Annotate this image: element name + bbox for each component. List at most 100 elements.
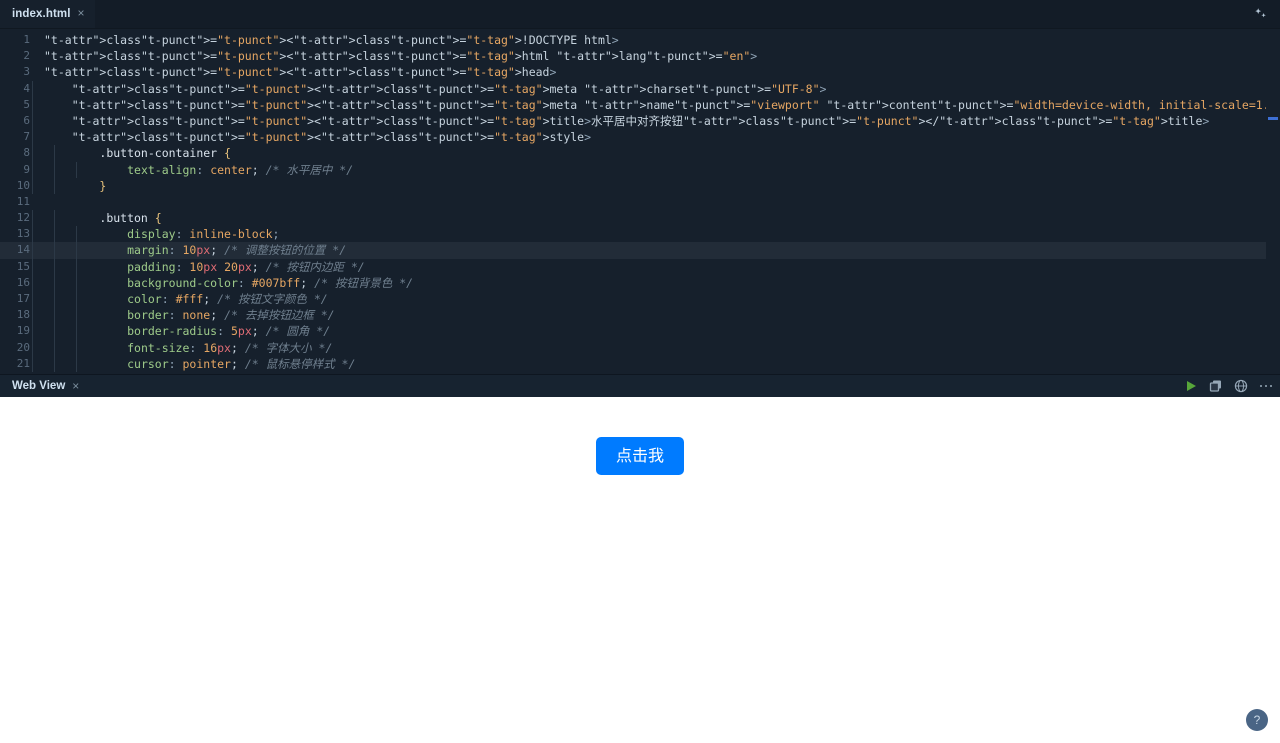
- code-line[interactable]: 13 display: inline-block;: [0, 226, 1280, 243]
- code-line[interactable]: 11: [0, 194, 1280, 210]
- indent-guide: [54, 161, 55, 178]
- indent-guide: [32, 161, 33, 178]
- line-content[interactable]: background-color: #007bff; /* 按钮背景色 */: [30, 274, 413, 292]
- code-line[interactable]: 10 }: [0, 177, 1280, 194]
- line-content[interactable]: border-radius: 5px; /* 圆角 */: [30, 323, 330, 340]
- webview-actions: [1183, 375, 1274, 397]
- code-line[interactable]: 21 cursor: pointer; /* 鼠标悬停样式 */: [0, 355, 1280, 372]
- line-number: 17: [16, 292, 30, 305]
- indent-guide: [76, 291, 77, 308]
- indent-guide: [54, 226, 55, 243]
- line-content[interactable]: border: none; /* 去掉按钮边框 */: [30, 307, 335, 324]
- line-content[interactable]: .button {: [30, 210, 162, 227]
- line-number: 14: [16, 243, 30, 257]
- line-content[interactable]: "t-attr">class"t-punct">="t-punct"><"t-a…: [30, 112, 1209, 130]
- indent-guide: [76, 355, 77, 372]
- indent-guide: [54, 274, 55, 292]
- line-number: 15: [16, 259, 30, 273]
- sparkle-icon[interactable]: [1250, 3, 1272, 25]
- code-scroll-area[interactable]: 1 "t-attr">class"t-punct">="t-punct"><"t-…: [0, 29, 1280, 374]
- webview-content: 点击我 ?: [0, 397, 1280, 743]
- line-content[interactable]: "t-attr">class"t-punct">="t-punct"><"t-a…: [30, 96, 1280, 113]
- indent-guide: [54, 291, 55, 308]
- line-content[interactable]: "t-attr">class"t-punct">="t-punct"><"t-a…: [30, 129, 591, 146]
- run-icon[interactable]: [1183, 378, 1199, 394]
- line-number: 6: [23, 113, 30, 127]
- line-content[interactable]: "t-attr">class"t-punct">="t-punct"><"t-a…: [30, 64, 556, 80]
- indent-guide: [76, 323, 77, 340]
- webview-toolbar: Web View ×: [0, 374, 1280, 397]
- indent-guide: [32, 177, 33, 194]
- indent-guide: [32, 129, 33, 146]
- ide-window: index.html × 1 "t-attr">class"t-punct">="…: [0, 0, 1280, 743]
- indent-guide: [76, 258, 77, 275]
- line-content[interactable]: cursor: pointer; /* 鼠标悬停样式 */: [30, 355, 355, 372]
- line-number: 4: [23, 81, 30, 95]
- editor-tabbar: index.html ×: [0, 0, 1280, 29]
- code-line[interactable]: 9 text-align: center; /* 水平居中 */: [0, 161, 1280, 178]
- line-number: 18: [16, 308, 30, 322]
- code-line[interactable]: 17 color: #fff; /* 按钮文字颜色 */: [0, 291, 1280, 308]
- line-content[interactable]: .button-container {: [30, 145, 231, 162]
- close-icon[interactable]: ×: [72, 380, 79, 392]
- code-line[interactable]: 19 border-radius: 5px; /* 圆角 */: [0, 323, 1280, 340]
- close-icon[interactable]: ×: [78, 7, 85, 19]
- more-icon[interactable]: [1258, 378, 1274, 394]
- indent-guide: [32, 210, 33, 227]
- click-me-button[interactable]: 点击我: [595, 437, 684, 476]
- indent-guide: [76, 242, 77, 259]
- help-button[interactable]: ?: [1246, 709, 1268, 731]
- line-number: 7: [23, 130, 30, 144]
- line-number: 20: [16, 340, 30, 354]
- code-editor[interactable]: 1 "t-attr">class"t-punct">="t-punct"><"t-…: [0, 29, 1280, 374]
- line-content[interactable]: text-align: center; /* 水平居中 */: [30, 161, 353, 178]
- code-line[interactable]: 20 font-size: 16px; /* 字体大小 */: [0, 339, 1280, 356]
- copy-icon[interactable]: [1208, 378, 1224, 394]
- indent-guide: [32, 339, 33, 356]
- indent-guide: [54, 355, 55, 372]
- editor-overview-ruler[interactable]: [1266, 29, 1280, 374]
- line-content[interactable]: "t-attr">class"t-punct">="t-punct"><"t-a…: [30, 80, 826, 97]
- line-content[interactable]: "t-attr">class"t-punct">="t-punct"><"t-a…: [30, 48, 757, 64]
- tab-index-html[interactable]: index.html ×: [0, 0, 95, 28]
- line-number: 5: [23, 97, 30, 111]
- line-number: 13: [16, 227, 30, 241]
- code-line[interactable]: 18 border: none; /* 去掉按钮边框 */: [0, 307, 1280, 324]
- globe-icon[interactable]: [1233, 378, 1249, 394]
- line-content[interactable]: padding: 10px 20px; /* 按钮内边距 */: [30, 258, 365, 275]
- line-number: 10: [16, 178, 30, 192]
- tab-web-view[interactable]: Web View ×: [0, 380, 89, 392]
- code-line[interactable]: 3 "t-attr">class"t-punct">="t-punct"><"t-…: [0, 64, 1280, 80]
- code-line[interactable]: 4 "t-attr">class"t-punct">="t-punct"><"t…: [0, 80, 1280, 97]
- code-line[interactable]: 12 .button {: [0, 210, 1280, 227]
- indent-guide: [32, 226, 33, 243]
- code-line[interactable]: 7 "t-attr">class"t-punct">="t-punct"><"t…: [0, 129, 1280, 146]
- ruler-marker: [1268, 117, 1278, 120]
- code-line[interactable]: 1 "t-attr">class"t-punct">="t-punct"><"t-…: [0, 32, 1280, 48]
- line-content[interactable]: display: inline-block;: [30, 226, 279, 243]
- indent-guide: [32, 355, 33, 372]
- indent-guide: [54, 323, 55, 340]
- code-line[interactable]: 16 background-color: #007bff; /* 按钮背景色 *…: [0, 274, 1280, 292]
- indent-guide: [32, 112, 33, 130]
- code-lines[interactable]: 1 "t-attr">class"t-punct">="t-punct"><"t-…: [0, 29, 1280, 372]
- line-content[interactable]: }: [30, 177, 106, 194]
- line-number: 16: [16, 275, 30, 289]
- code-line[interactable]: 15 padding: 10px 20px; /* 按钮内边距 */: [0, 258, 1280, 275]
- code-line[interactable]: 8 .button-container {: [0, 145, 1280, 162]
- webview-tab-label: Web View: [12, 380, 66, 392]
- indent-guide: [54, 210, 55, 227]
- code-line[interactable]: 5 "t-attr">class"t-punct">="t-punct"><"t…: [0, 96, 1280, 113]
- line-content[interactable]: "t-attr">class"t-punct">="t-punct"><"t-a…: [30, 32, 619, 48]
- code-line[interactable]: 2 "t-attr">class"t-punct">="t-punct"><"t-…: [0, 48, 1280, 64]
- line-content[interactable]: margin: 10px; /* 调整按钮的位置 */: [30, 242, 346, 259]
- line-number: 8: [23, 146, 30, 160]
- indent-guide: [76, 307, 77, 324]
- line-content[interactable]: color: #fff; /* 按钮文字颜色 */: [30, 291, 328, 308]
- line-number: 1: [23, 33, 30, 46]
- indent-guide: [54, 307, 55, 324]
- code-line[interactable]: 6 "t-attr">class"t-punct">="t-punct"><"t…: [0, 112, 1280, 130]
- line-content[interactable]: font-size: 16px; /* 字体大小 */: [30, 339, 332, 356]
- indent-guide: [32, 80, 33, 97]
- code-line[interactable]: 14 margin: 10px; /* 调整按钮的位置 */: [0, 242, 1280, 259]
